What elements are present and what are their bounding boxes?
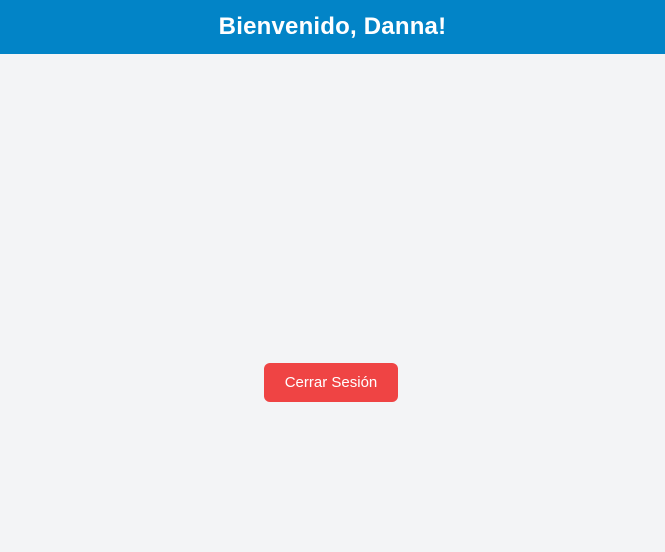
header-bar: Bienvenido, Danna! (0, 0, 665, 54)
page-title: Bienvenido, Danna! (218, 13, 447, 40)
main-content: Cerrar Sesión (0, 54, 665, 552)
logout-button[interactable]: Cerrar Sesión (264, 363, 398, 402)
